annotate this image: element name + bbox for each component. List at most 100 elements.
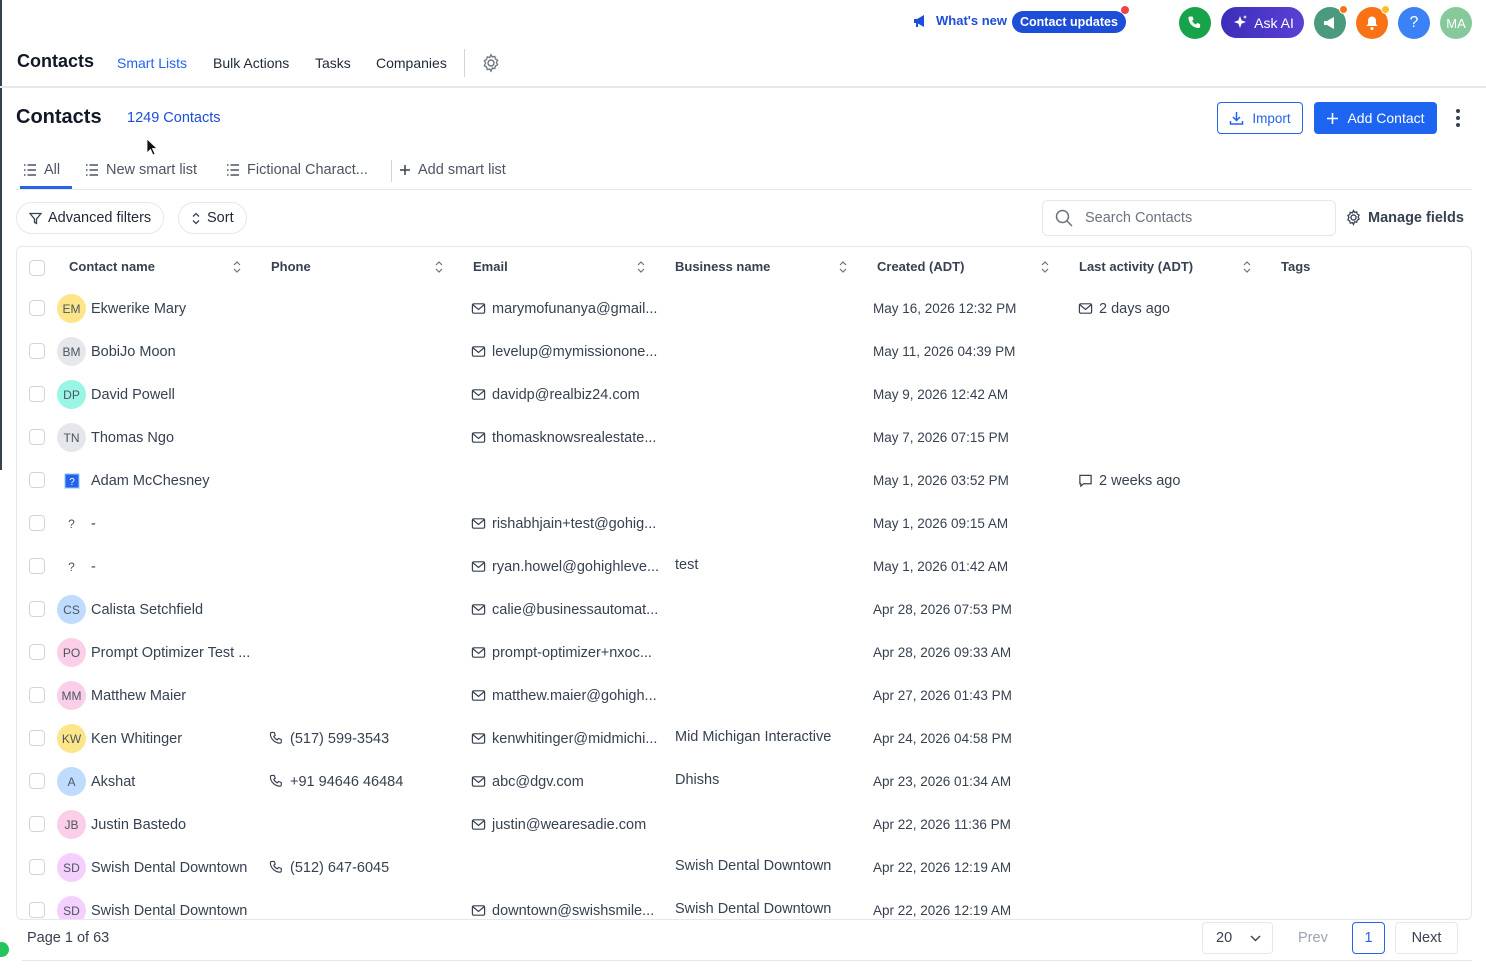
select-all-checkbox[interactable] [29,260,45,276]
sort-icon[interactable] [636,260,646,274]
row-checkbox[interactable] [29,472,45,488]
row-checkbox[interactable] [29,816,45,832]
email-cell[interactable]: ryan.howel@gohighleve... [471,545,659,588]
table-row[interactable]: DP David Powell davidp@realbiz24.com May 9,… [17,373,1471,416]
sort-icon[interactable] [434,260,444,274]
table-row[interactable]: PO Prompt Optimizer Test ... prompt-optimi… [17,631,1471,674]
contact-name-cell[interactable]: Calista Setchfield [91,588,203,631]
user-avatar[interactable]: MA [1440,7,1472,39]
whats-new-link[interactable]: What's new [912,13,1007,28]
contact-name-cell[interactable]: Matthew Maier [91,674,186,717]
row-checkbox[interactable] [29,515,45,531]
campaign-button[interactable] [1314,5,1348,39]
sort-icon[interactable] [1242,260,1252,274]
contact-name-cell[interactable]: - [91,502,96,545]
contact-name-cell[interactable]: Justin Bastedo [91,803,186,846]
email-cell[interactable]: thomasknowsrealestate... [471,416,656,459]
table-row[interactable]: TN Thomas Ngo thomasknowsrealestate... May … [17,416,1471,459]
phone-cell[interactable]: +91 94646 46484 [269,760,403,803]
row-checkbox[interactable] [29,343,45,359]
per-page-select[interactable]: 20 [1202,922,1273,954]
contact-name-cell[interactable]: Akshat [91,760,135,803]
email-cell[interactable]: levelup@mymissionone... [471,330,657,373]
email-cell[interactable]: kenwhitinger@midmichi... [471,717,657,760]
column-header-email[interactable]: Email [473,259,508,274]
search-input[interactable] [1085,210,1305,226]
advanced-filters-button[interactable]: Advanced filters [16,202,165,234]
add-contact-button[interactable]: Add Contact [1314,102,1437,134]
contact-name-cell[interactable]: BobiJo Moon [91,330,176,373]
contact-name-cell[interactable]: Swish Dental Downtown [91,889,247,919]
smart-list-tab-new[interactable]: New smart list [85,162,197,178]
contact-name-cell[interactable]: Thomas Ngo [91,416,174,459]
contact-name-cell[interactable]: Ken Whitinger [91,717,182,760]
row-checkbox[interactable] [29,300,45,316]
contact-name-cell[interactable]: Ekwerike Mary [91,287,186,330]
email-cell[interactable]: calie@businessautomat... [471,588,658,631]
contact-name-cell[interactable]: Adam McChesney [91,459,209,502]
email-cell[interactable]: abc@dgv.com [471,760,584,803]
table-row[interactable]: JB Justin Bastedo justin@wearesadie.com Apr… [17,803,1471,846]
column-header-phone[interactable]: Phone [271,259,311,274]
tab-tasks[interactable]: Tasks [315,55,351,71]
prev-page-button[interactable]: Prev [1298,930,1328,946]
row-checkbox[interactable] [29,601,45,617]
table-row[interactable]: ? - ryan.howel@gohighleve... test May 1, 202… [17,545,1471,588]
table-row[interactable]: KW Ken Whitinger (517) 599-3543 kenwhitinge… [17,717,1471,760]
next-page-button[interactable]: Next [1395,922,1458,954]
table-row[interactable]: BM BobiJo Moon levelup@mymissionone... May … [17,330,1471,373]
ask-ai-button[interactable]: Ask AI [1221,7,1304,38]
row-checkbox[interactable] [29,386,45,402]
row-checkbox[interactable] [29,902,45,918]
tab-companies[interactable]: Companies [376,55,447,71]
column-header-contact-name[interactable]: Contact name [69,259,155,274]
tab-smart-lists[interactable]: Smart Lists [117,55,187,71]
notifications-button[interactable] [1356,5,1390,39]
phone-cell[interactable]: (517) 599-3543 [269,717,389,760]
add-smart-list-button[interactable]: Add smart list [399,162,506,178]
help-button[interactable]: ? [1398,7,1430,39]
tab-bulk-actions[interactable]: Bulk Actions [213,55,289,71]
sort-icon[interactable] [838,260,848,274]
row-checkbox[interactable] [29,558,45,574]
contact-name-cell[interactable]: - [91,545,96,588]
table-row[interactable]: SD Swish Dental Downtown downtown@swishsmi… [17,889,1471,919]
email-cell[interactable]: marymofunanya@gmail... [471,287,657,330]
contact-name-cell[interactable]: Prompt Optimizer Test ... [91,631,250,674]
row-checkbox[interactable] [29,859,45,875]
column-header-last-activity[interactable]: Last activity (ADT) [1079,259,1193,274]
row-checkbox[interactable] [29,429,45,445]
smart-list-tab-all[interactable]: All [23,162,60,178]
email-cell[interactable]: davidp@realbiz24.com [471,373,640,416]
page-number-button[interactable]: 1 [1352,922,1385,954]
import-button[interactable]: Import [1217,102,1303,134]
search-field[interactable] [1042,200,1336,236]
contact-name-cell[interactable]: Swish Dental Downtown [91,846,247,889]
phone-button[interactable] [1179,7,1211,39]
table-row[interactable]: A Akshat +91 94646 46484 abc@dgv.com Dhishs A… [17,760,1471,803]
row-checkbox[interactable] [29,773,45,789]
contact-name-cell[interactable]: David Powell [91,373,175,416]
table-row[interactable]: ? - rishabhjain+test@gohig... May 1, 2026 0… [17,502,1471,545]
sort-icon[interactable] [232,260,242,274]
column-header-business-name[interactable]: Business name [675,259,770,274]
sort-icon[interactable] [1040,260,1050,274]
sort-button[interactable]: Sort [178,202,247,234]
manage-fields-button[interactable]: Manage fields [1345,209,1464,226]
email-cell[interactable]: downtown@swishsmile... [471,889,654,919]
email-cell[interactable]: prompt-optimizer+nxoc... [471,631,652,674]
table-row[interactable]: SD Swish Dental Downtown (512) 647-6045 Swi… [17,846,1471,889]
row-checkbox[interactable] [29,730,45,746]
table-row[interactable]: ? Adam McChesney May 1, 2026 03:52 PM 2 wee… [17,459,1471,502]
table-row[interactable]: EM Ekwerike Mary marymofunanya@gmail... May… [17,287,1471,330]
email-cell[interactable]: rishabhjain+test@gohig... [471,502,656,545]
table-row[interactable]: MM Matthew Maier matthew.maier@gohigh... Ap… [17,674,1471,717]
row-checkbox[interactable] [29,644,45,660]
settings-gear-icon[interactable] [481,53,501,73]
table-row[interactable]: CS Calista Setchfield calie@businessautoma… [17,588,1471,631]
phone-cell[interactable]: (512) 647-6045 [269,846,389,889]
contact-updates-button[interactable]: Contact updates [1012,6,1129,33]
column-header-created[interactable]: Created (ADT) [877,259,964,274]
smart-list-tab-fictional[interactable]: Fictional Charact... [226,162,368,178]
more-options-icon[interactable] [1450,106,1466,130]
